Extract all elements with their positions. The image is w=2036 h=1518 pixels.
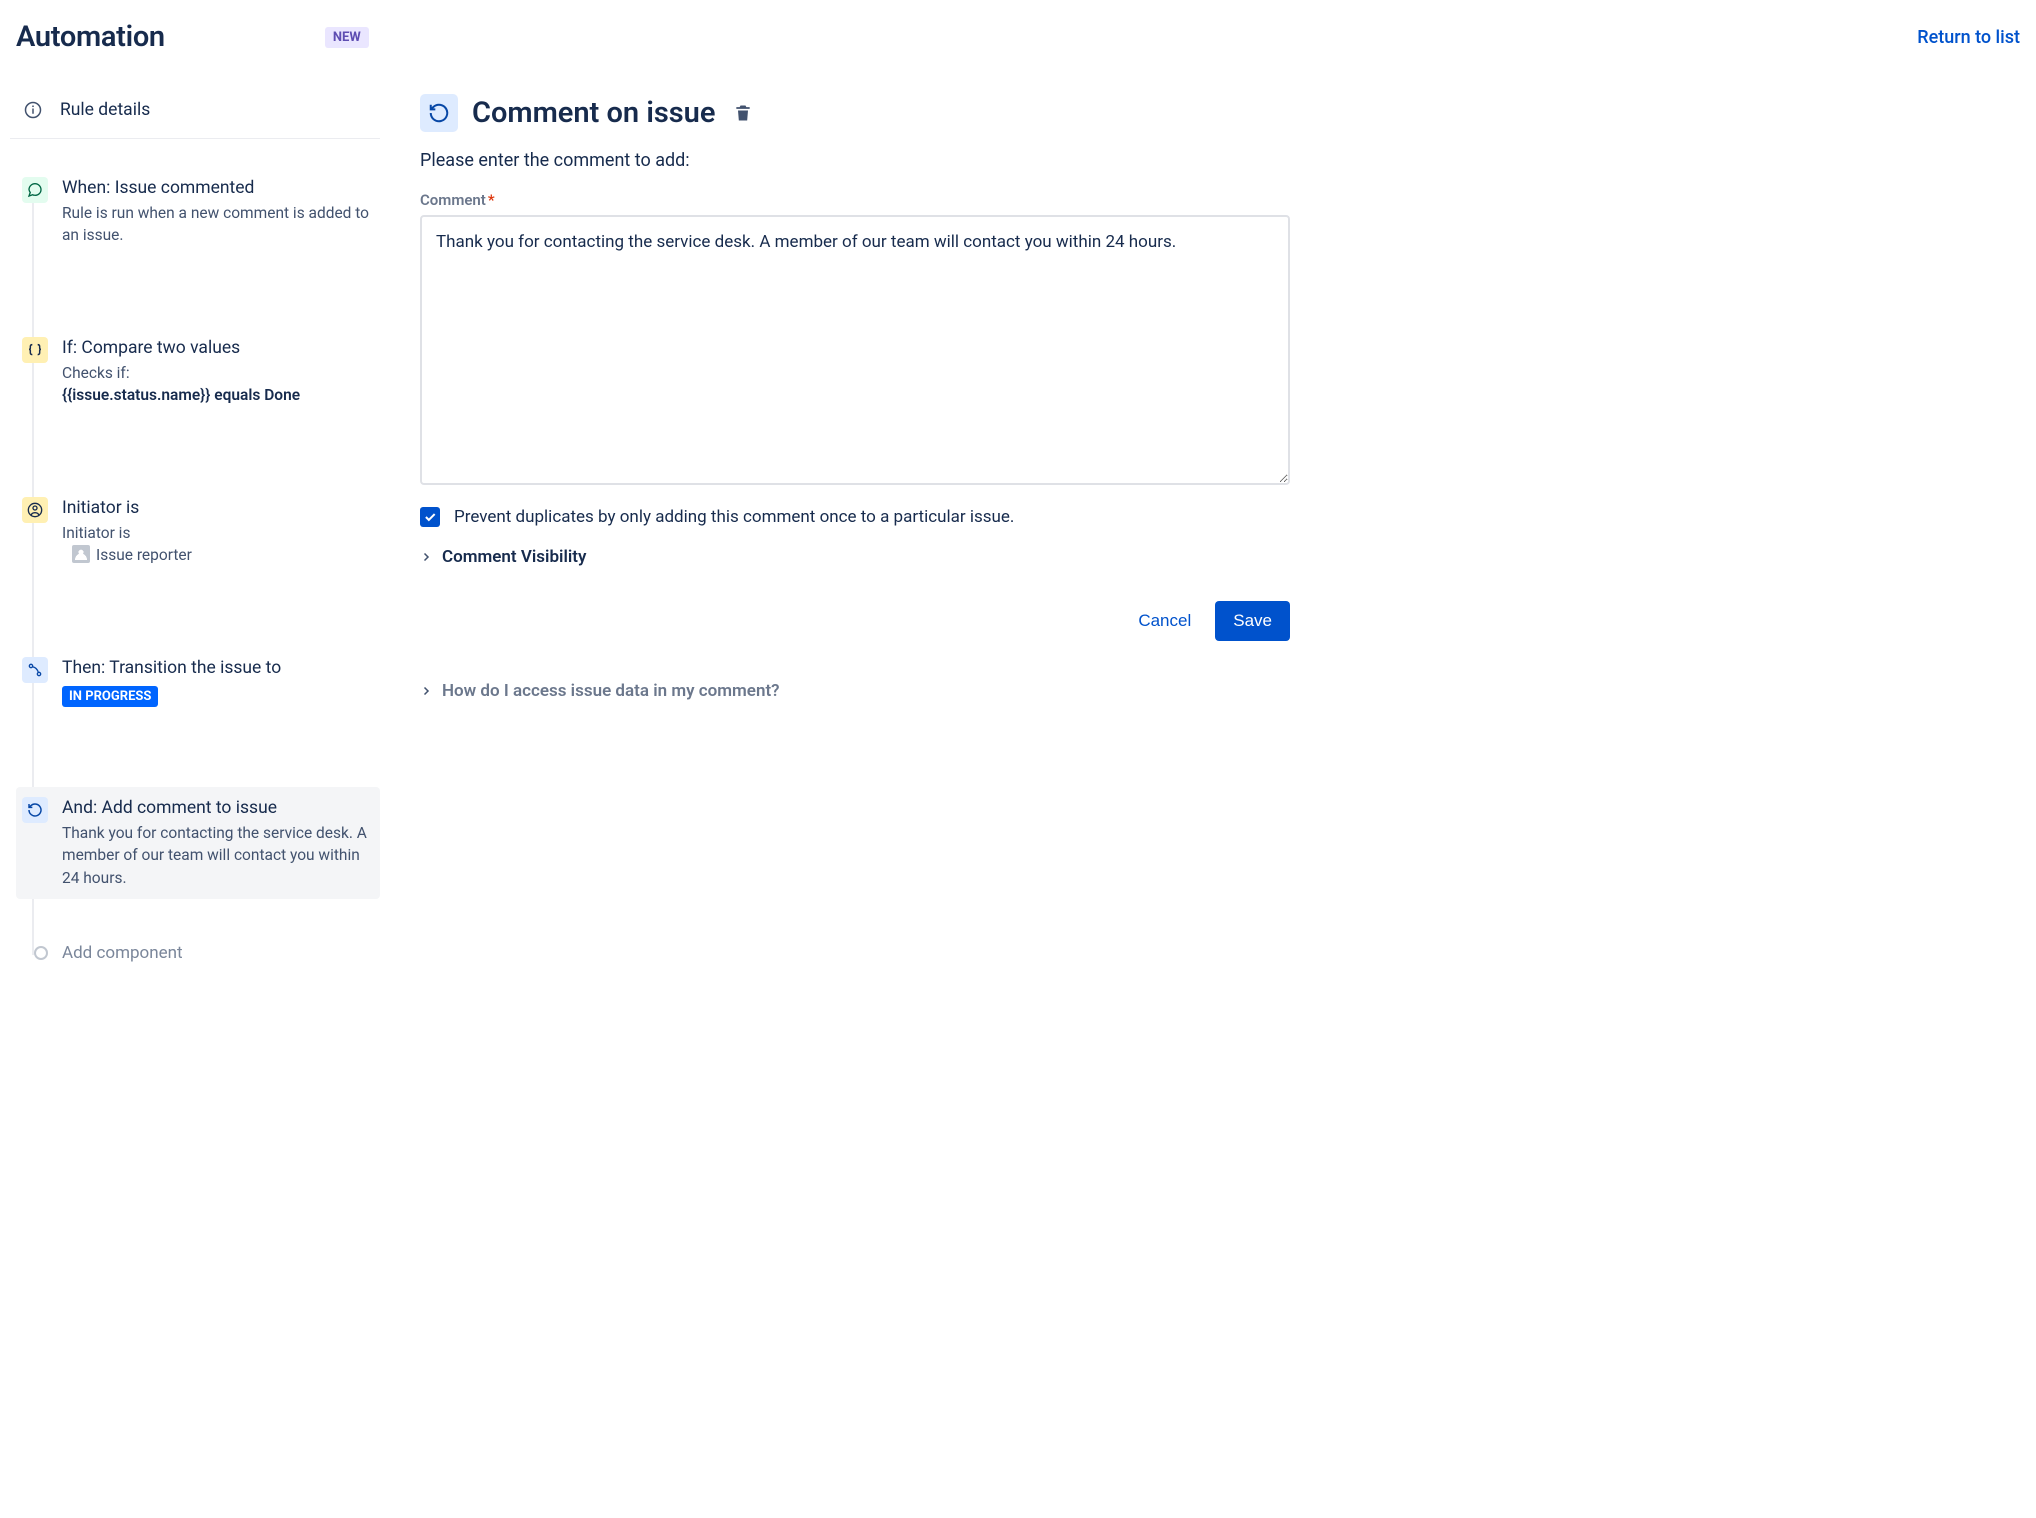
step-desc: Thank you for contacting the service des… — [62, 822, 370, 889]
page-title: Automation — [16, 20, 165, 54]
return-to-list-link[interactable]: Return to list — [1917, 27, 2020, 48]
rule-details-item[interactable]: Rule details — [10, 94, 380, 139]
user-circle-icon — [22, 497, 48, 523]
cancel-button[interactable]: Cancel — [1132, 603, 1197, 639]
comment-visibility-toggle[interactable]: Comment Visibility — [420, 547, 1290, 567]
step-title: If: Compare two values — [62, 338, 370, 358]
add-circle-icon — [34, 946, 48, 960]
step-title: Then: Transition the issue to — [62, 658, 370, 678]
step-desc: Initiator is Issue reporter — [62, 522, 370, 567]
config-panel: Comment on issue Please enter the commen… — [420, 94, 1290, 967]
step-condition-initiator[interactable]: Initiator is Initiator is Issue reporter — [16, 487, 380, 577]
add-component-button[interactable]: Add component — [16, 939, 380, 967]
transition-icon — [22, 657, 48, 683]
comment-label-text: Comment — [420, 191, 486, 209]
step-desc-value: Issue reporter — [96, 546, 192, 564]
step-desc: Rule is run when a new comment is added … — [62, 202, 370, 247]
info-icon — [24, 101, 42, 119]
comment-input[interactable] — [420, 215, 1290, 485]
help-toggle[interactable]: How do I access issue data in my comment… — [420, 681, 1290, 701]
step-desc-prefix: Initiator is — [62, 524, 130, 542]
rule-sidebar: Rule details When: Issue commented Rule … — [10, 94, 380, 967]
prevent-duplicates-checkbox[interactable] — [420, 507, 440, 527]
delete-button[interactable] — [729, 99, 757, 127]
step-condition-compare[interactable]: If: Compare two values Checks if: {{issu… — [16, 327, 380, 417]
status-badge: IN PROGRESS — [62, 686, 158, 707]
step-action-transition[interactable]: Then: Transition the issue to IN PROGRES… — [16, 647, 380, 717]
new-badge: NEW — [325, 27, 369, 48]
chevron-right-icon — [420, 551, 432, 563]
required-asterisk: * — [488, 191, 495, 209]
help-label: How do I access issue data in my comment… — [442, 681, 780, 701]
panel-title: Comment on issue — [472, 96, 715, 130]
step-title: When: Issue commented — [62, 178, 370, 198]
step-trigger[interactable]: When: Issue commented Rule is run when a… — [16, 167, 380, 257]
rule-details-label: Rule details — [60, 100, 150, 120]
save-button[interactable]: Save — [1215, 601, 1290, 641]
step-action-comment[interactable]: And: Add comment to issue Thank you for … — [16, 787, 380, 899]
step-desc-bold: {{issue.status.name}} equals Done — [62, 386, 300, 404]
panel-description: Please enter the comment to add: — [420, 150, 1290, 171]
refresh-icon — [420, 94, 458, 132]
step-title: And: Add comment to issue — [62, 798, 370, 818]
comment-field-label: Comment* — [420, 191, 1290, 209]
step-desc: Checks if: {{issue.status.name}} equals … — [62, 362, 370, 407]
step-desc-prefix: Checks if: — [62, 364, 130, 382]
chevron-right-icon — [420, 685, 432, 697]
checkbox-label: Prevent duplicates by only adding this c… — [454, 507, 1014, 527]
refresh-icon — [22, 797, 48, 823]
add-component-label: Add component — [62, 943, 183, 963]
step-title: Initiator is — [62, 498, 370, 518]
avatar-icon — [72, 545, 90, 563]
comment-icon — [22, 177, 48, 203]
visibility-label: Comment Visibility — [442, 547, 586, 567]
braces-icon — [22, 337, 48, 363]
